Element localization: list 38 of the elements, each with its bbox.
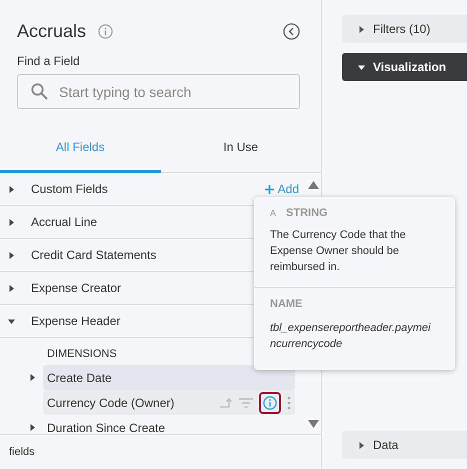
group-label: Expense Header: [31, 314, 120, 328]
group-label: Accrual Line: [31, 215, 98, 229]
group-label: Custom Fields: [31, 182, 108, 196]
caret-icon[interactable]: [8, 218, 15, 226]
tab[interactable]: In Use: [160, 135, 321, 173]
caret-icon[interactable]: [8, 186, 15, 192]
group-label: Expense Creator: [31, 281, 122, 295]
caret-icon[interactable]: [8, 318, 15, 324]
scroll-down-icon[interactable]: [308, 420, 318, 428]
type-letter: A: [270, 208, 276, 218]
caret-icon[interactable]: [29, 374, 36, 381]
panel-title: Accruals: [17, 20, 86, 42]
caret-icon[interactable]: [29, 424, 36, 431]
plus-icon: [264, 184, 274, 194]
scroll-up-icon[interactable]: [308, 181, 318, 189]
info-icon: [263, 396, 277, 410]
field-item[interactable]: Duration Since Create: [43, 415, 295, 440]
search-field[interactable]: Start typing to search: [17, 74, 300, 109]
caret-icon[interactable]: [8, 284, 15, 292]
section-header[interactable]: Filters (10): [342, 15, 467, 43]
search-icon: [31, 83, 48, 100]
caret-icon[interactable]: [358, 64, 365, 70]
search-label: Find a Field: [16, 53, 81, 70]
collapse-icon[interactable]: [283, 22, 300, 40]
section-header[interactable]: Data: [342, 431, 467, 459]
group-label: Credit Card Statements: [31, 248, 156, 262]
info-button[interactable]: [259, 392, 281, 414]
caret-icon[interactable]: [358, 26, 365, 32]
caret-icon[interactable]: [8, 252, 15, 258]
caret-icon[interactable]: [358, 442, 365, 448]
field-item[interactable]: Create Date: [43, 365, 295, 390]
section-header[interactable]: Visualization: [342, 53, 467, 81]
footer-text: fields: [8, 445, 36, 460]
info-icon[interactable]: [98, 24, 114, 38]
field-item[interactable]: Currency Code (Owner): [43, 390, 295, 415]
field-label: Duration Since Create: [47, 420, 166, 434]
field-label: Currency Code (Owner): [47, 396, 176, 410]
field-label: Create Date: [47, 370, 113, 384]
